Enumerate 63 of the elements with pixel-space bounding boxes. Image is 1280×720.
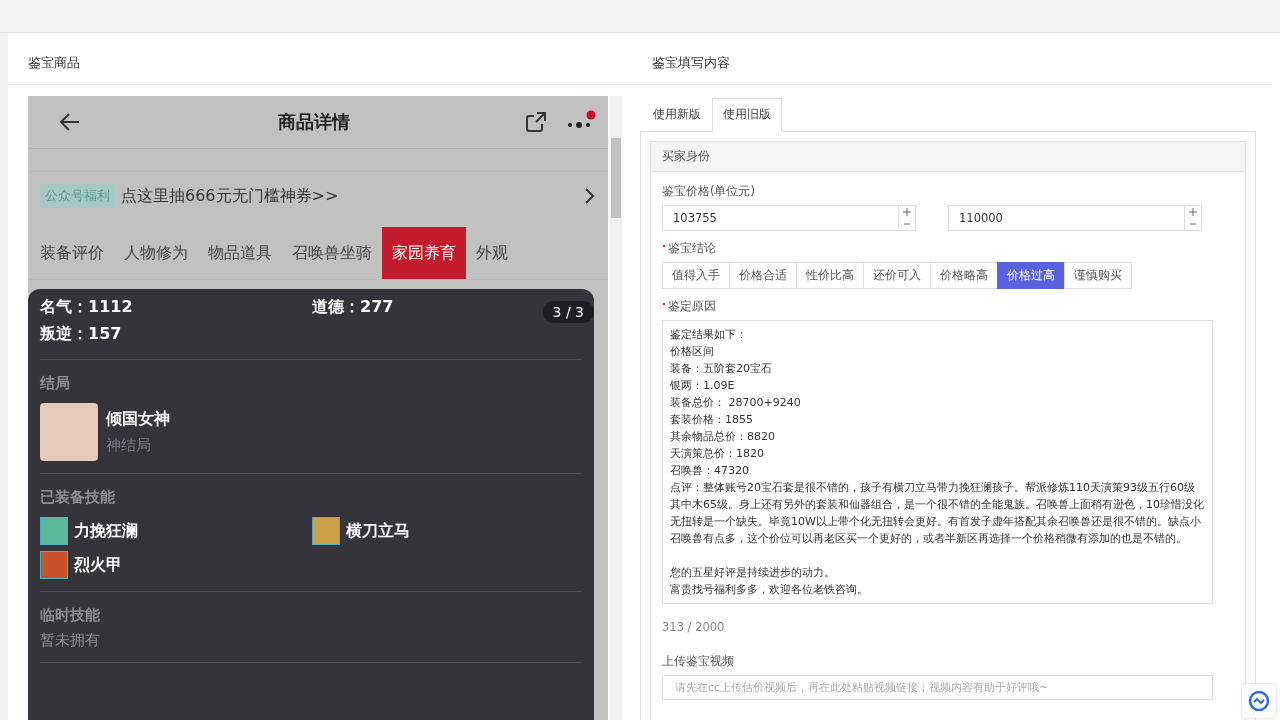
text-line: 价格区间: [670, 344, 715, 360]
panel-title: 鉴宝填写内容: [632, 33, 1272, 85]
option-button[interactable]: 谨慎购买: [1064, 262, 1132, 289]
category-tab[interactable]: 物品道具: [198, 227, 282, 279]
text-line: 装备：五阶套20宝石: [670, 361, 773, 377]
text-line: 银两：1.09E: [670, 378, 736, 394]
skill-name: 烈火甲: [74, 554, 122, 576]
stat-text: 名气：1112: [40, 297, 134, 318]
section-header: 买家身份: [651, 142, 1245, 172]
text-line: 富贵找号福利多多，欢迎各位老铁咨询。: [670, 582, 869, 598]
text-line: 套装价格：1855: [670, 412, 754, 428]
skill-name: 力挽狂澜: [74, 520, 138, 542]
chevron-right-icon[interactable]: [584, 187, 596, 205]
text-line: 装备总价： 28700+9240: [670, 395, 802, 411]
version-tab[interactable]: 使用旧版: [712, 98, 782, 132]
scrollbar-thumb[interactable]: [611, 138, 621, 218]
plus-icon[interactable]: [903, 208, 911, 216]
text-line: 其余物品总价：8820: [670, 429, 776, 445]
number-field[interactable]: 103755: [662, 205, 916, 231]
panel-title: 鉴宝商品: [8, 33, 632, 85]
text-line: 鉴定结果如下：: [670, 327, 748, 343]
textarea-field[interactable]: [662, 320, 1213, 604]
text-line: 天演策总价：1820: [670, 446, 765, 462]
char-count: 313 / 2000: [662, 620, 726, 634]
stat-text: 道德：277: [312, 297, 395, 318]
option-button[interactable]: 价格合适: [729, 262, 797, 289]
promo-banner[interactable]: 公众号福利 点这里抽666元无门槛神券>>: [28, 172, 608, 220]
input-field[interactable]: 请先在cc上传估价视频后，再在此处粘贴视频链接；视频内容有助于好评哦~: [662, 675, 1213, 700]
category-tab[interactable]: 家园养育: [382, 227, 466, 279]
skill-icon: [40, 551, 68, 579]
text-line: 点评：整体账号20宝石套是很不错的，孩子有横刀立马带力挽狂澜孩子。帮派修炼110天演策93级五行60级其中木65级。身上还有另外的套装和仙器组合，是一个很不错的全能鬼族。召唤兽上面稍有逊色，10珍惜没化无扭转是一个缺失。毕竟10W以上带个化无扭转会更好。有首发子虚年搭配其余召唤兽还是很不错的。缺点小召唤兽有点多，这个价位可以再老区买一个更好的，或者半新区再选择一个价格稍微有添加的也是不错的。: [670, 480, 1205, 547]
number-field[interactable]: 110000: [948, 205, 1202, 231]
section-title: 已装备技能: [40, 488, 116, 507]
promo-text: 点这里抽666元无门槛神券>>: [121, 185, 340, 207]
option-button[interactable]: 还价可入: [863, 262, 931, 289]
section-title: 结局: [40, 374, 71, 393]
share-icon[interactable]: [524, 110, 548, 134]
category-tab[interactable]: 装备评价: [30, 227, 114, 279]
section-title: 临时技能: [40, 606, 101, 625]
skill-icon: [312, 517, 340, 545]
plus-icon[interactable]: [1189, 208, 1197, 216]
text-line: 召唤兽：47320: [670, 463, 750, 479]
promo-tag: 公众号福利: [40, 184, 115, 208]
page-title: 商品详情: [277, 110, 351, 134]
assistant-button[interactable]: [1242, 684, 1276, 718]
ending-name: 倾国女神: [106, 409, 170, 430]
field-label: 上传鉴宝视频: [662, 654, 735, 669]
empty-note: 暂未拥有: [40, 631, 101, 650]
page-counter: 3 / 3: [542, 301, 594, 323]
stat-text: 叛逆：157: [40, 324, 123, 345]
text-line: 您的五星好评是持续进步的动力。: [670, 565, 836, 581]
version-tab[interactable]: 使用新版: [642, 98, 712, 131]
skill-icon: [40, 517, 68, 545]
field-label: 鉴宝价格(单位元): [662, 184, 756, 199]
ending-type: 神结局: [106, 436, 152, 455]
category-tab[interactable]: 人物修为: [114, 227, 198, 279]
option-button[interactable]: 价格过高: [997, 262, 1065, 289]
category-tab[interactable]: 召唤兽坐骑: [282, 227, 382, 279]
portrait-placeholder: [40, 403, 98, 461]
category-tab[interactable]: 外观: [466, 227, 518, 279]
skill-name: 横刀立马: [346, 520, 410, 542]
option-button[interactable]: 值得入手: [662, 262, 730, 289]
option-button[interactable]: 性价比高: [796, 262, 864, 289]
